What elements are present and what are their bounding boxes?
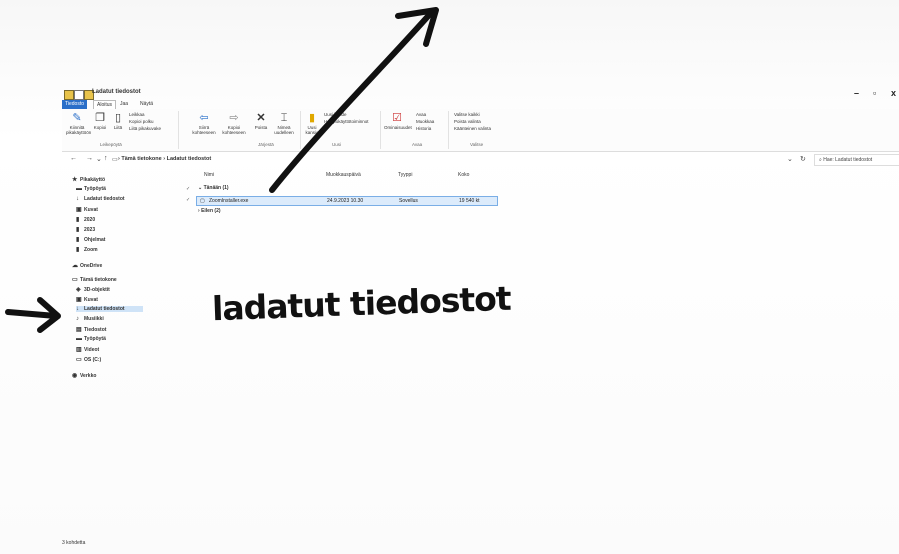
side-arrow-shaft [5, 309, 59, 319]
handwritten-annotations [5, 7, 439, 333]
diagonal-arrow-line [269, 11, 433, 193]
